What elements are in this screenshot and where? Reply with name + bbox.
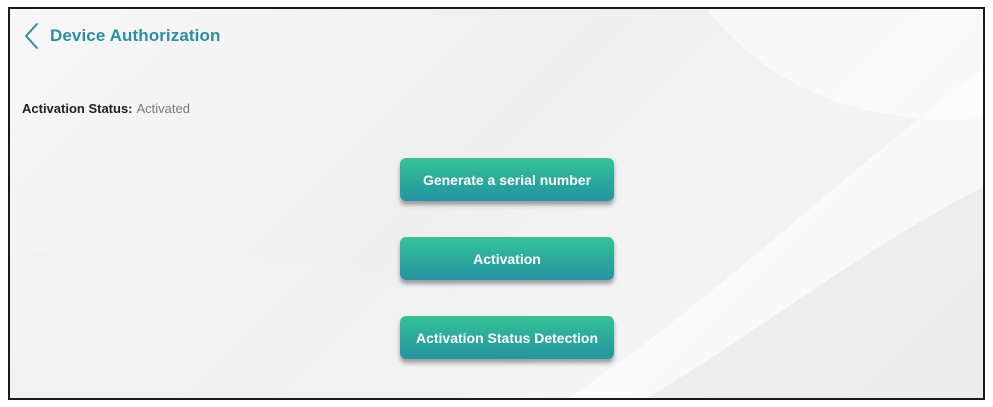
header-bar: Device Authorization [10, 9, 983, 65]
generate-serial-number-button[interactable]: Generate a serial number [400, 158, 614, 201]
page-title: Device Authorization [50, 26, 221, 45]
activation-status: Activation Status: Activated [22, 101, 190, 116]
activation-status-detection-button[interactable]: Activation Status Detection [400, 316, 614, 359]
activation-status-value: Activated [136, 101, 190, 116]
device-authorization-screen: Device Authorization Activation Status: A… [8, 7, 985, 400]
chevron-left-icon [25, 23, 38, 49]
activation-status-label: Activation Status: [22, 101, 133, 116]
activation-button[interactable]: Activation [400, 237, 614, 280]
back-button[interactable] [18, 21, 44, 51]
